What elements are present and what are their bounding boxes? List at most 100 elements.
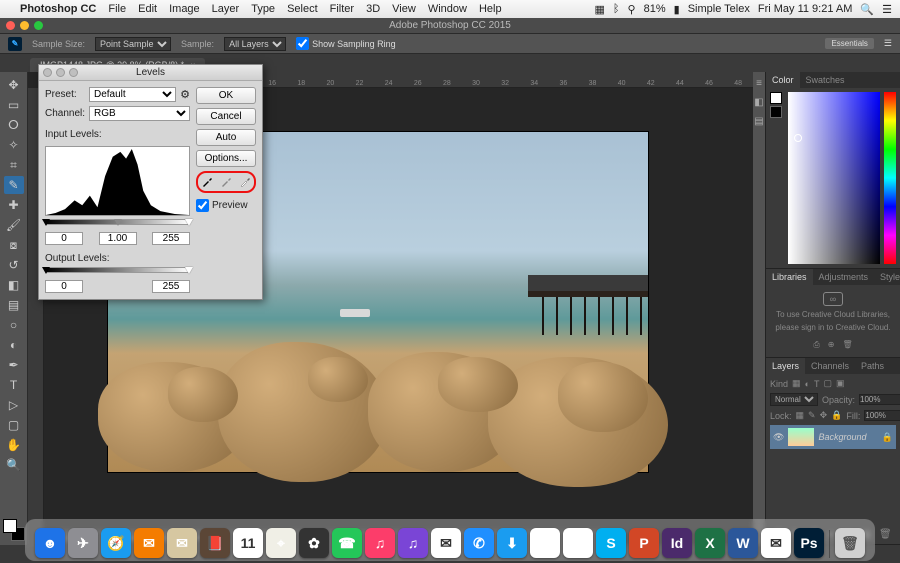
output-slider[interactable] [45, 267, 190, 273]
move-tool[interactable]: ✥ [4, 76, 24, 94]
menu-item[interactable]: Layer [212, 3, 240, 15]
panel-icon[interactable]: ≡ [756, 78, 762, 89]
filter-smart-icon[interactable]: ▣ [836, 378, 845, 389]
minimize-window[interactable] [20, 21, 29, 30]
menu-item[interactable]: View [392, 3, 416, 15]
dock-app[interactable]: ✉ [761, 528, 791, 558]
shape-tool[interactable]: ▢ [4, 416, 24, 434]
filter-pixel-icon[interactable]: ▦ [792, 378, 801, 389]
dock-app[interactable]: ✈ [68, 528, 98, 558]
input-gamma-field[interactable] [99, 232, 137, 245]
dock-app[interactable]: 🧭 [101, 528, 131, 558]
dock-app[interactable] [563, 528, 593, 558]
dock-app[interactable]: ✉ [167, 528, 197, 558]
black-point-eyedropper[interactable] [200, 175, 214, 189]
auto-button[interactable]: Auto [196, 129, 256, 146]
show-ring-checkbox[interactable]: Show Sampling Ring [296, 37, 396, 50]
sample-size-select[interactable]: Point Sample [95, 37, 171, 51]
opacity-input[interactable] [859, 394, 900, 405]
dock-app[interactable]: P [629, 528, 659, 558]
dock-app[interactable]: Id [662, 528, 692, 558]
notification-center-icon[interactable]: ☰ [882, 3, 892, 16]
hand-tool[interactable]: ✋ [4, 436, 24, 454]
layer-row[interactable]: 👁 Background 🔒 [770, 425, 896, 449]
menu-item[interactable]: Filter [330, 3, 354, 15]
gradient-tool[interactable]: ▤ [4, 296, 24, 314]
dock-app[interactable]: ⬇ [497, 528, 527, 558]
options-button[interactable]: Options... [196, 150, 256, 167]
marquee-tool[interactable]: ▭ [4, 96, 24, 114]
preset-select[interactable]: Default [89, 87, 176, 102]
account-name[interactable]: Simple Telex [688, 3, 750, 15]
preset-menu-icon[interactable]: ⚙ [180, 88, 190, 101]
dock-app[interactable] [530, 528, 560, 558]
dialog-title-bar[interactable]: Levels [39, 65, 262, 81]
dodge-tool[interactable]: ◐ [4, 336, 24, 354]
dock-app[interactable]: S [596, 528, 626, 558]
input-black-field[interactable] [45, 232, 83, 245]
white-point-eyedropper[interactable] [238, 175, 252, 189]
layer-thumbnail[interactable] [788, 428, 814, 446]
tab-libraries[interactable]: Libraries [766, 269, 813, 285]
levels-dialog[interactable]: Levels Preset: Default ⚙ Channel: RGB In… [38, 64, 263, 300]
menu-item[interactable]: Help [479, 3, 502, 15]
visibility-icon[interactable]: 👁 [773, 432, 784, 443]
dock-app[interactable]: ♫ [398, 528, 428, 558]
tab-styles[interactable]: Styles [874, 269, 900, 285]
lock-icon[interactable]: ▦ [796, 410, 805, 421]
dock-app[interactable]: ⌖ [266, 528, 296, 558]
lock-icon[interactable]: ✥ [820, 410, 828, 421]
menu-item[interactable]: Image [169, 3, 200, 15]
dock-app[interactable]: ☻ [35, 528, 65, 558]
output-black-field[interactable] [45, 280, 83, 293]
spotlight-icon[interactable]: 🔍 [860, 3, 874, 16]
blur-tool[interactable]: ○ [4, 316, 24, 334]
layer-name[interactable]: Background [818, 432, 866, 442]
bg-color-swatch[interactable] [770, 106, 782, 118]
hue-slider[interactable] [884, 92, 896, 264]
dock-app[interactable]: ☎ [332, 528, 362, 558]
ok-button[interactable]: OK [196, 87, 256, 104]
tab-layers[interactable]: Layers [766, 358, 805, 374]
tab-channels[interactable]: Channels [805, 358, 855, 374]
panel-icon[interactable]: ▤ [754, 116, 763, 127]
tab-paths[interactable]: Paths [855, 358, 890, 374]
menu-item[interactable]: Edit [138, 3, 157, 15]
foreground-background-colors[interactable] [3, 519, 25, 541]
tab-swatches[interactable]: Swatches [800, 72, 851, 88]
menu-item[interactable]: File [108, 3, 126, 15]
dock-app[interactable]: 11 [233, 528, 263, 558]
workspace-switcher[interactable]: Essentials [825, 38, 873, 49]
input-white-field[interactable] [152, 232, 190, 245]
output-white-field[interactable] [152, 280, 190, 293]
channel-select[interactable]: RGB [89, 106, 190, 121]
collapsed-panels-strip[interactable]: ≡ ◧ ▤ [753, 72, 765, 545]
color-field[interactable] [788, 92, 880, 264]
lock-icon[interactable]: 🔒 [831, 410, 842, 421]
dock-app[interactable]: ♫ [365, 528, 395, 558]
cancel-button[interactable]: Cancel [196, 108, 256, 125]
filter-type-icon[interactable]: T [814, 379, 820, 389]
fg-color-swatch[interactable] [770, 92, 782, 104]
menu-item[interactable]: Type [251, 3, 275, 15]
dock-app[interactable]: ✆ [464, 528, 494, 558]
dock-app[interactable]: 📕 [200, 528, 230, 558]
zoom-window[interactable] [34, 21, 43, 30]
lock-icon[interactable]: ✎ [808, 410, 816, 421]
preview-checkbox[interactable]: Preview [196, 199, 256, 212]
fill-input[interactable] [864, 410, 900, 421]
input-slider[interactable] [45, 219, 190, 225]
healing-brush-tool[interactable]: ✚ [4, 196, 24, 214]
path-tool[interactable]: ▷ [4, 396, 24, 414]
lib-icon[interactable]: ⎙ [813, 340, 819, 350]
menu-item[interactable]: Window [428, 3, 467, 15]
tab-adjustments[interactable]: Adjustments [813, 269, 875, 285]
type-tool[interactable]: T [4, 376, 24, 394]
dock-app[interactable]: Ps [794, 528, 824, 558]
macos-dock[interactable]: ☻✈🧭✉✉📕11⌖✿☎♫♫✉✆⬇SPIdXW✉Ps🗑 [25, 519, 875, 561]
dock-app[interactable]: ✉ [431, 528, 461, 558]
filter-adj-icon[interactable]: ◐ [805, 379, 810, 389]
pen-tool[interactable]: ✒ [4, 356, 24, 374]
dock-trash[interactable]: 🗑 [835, 528, 865, 558]
dock-app[interactable]: W [728, 528, 758, 558]
